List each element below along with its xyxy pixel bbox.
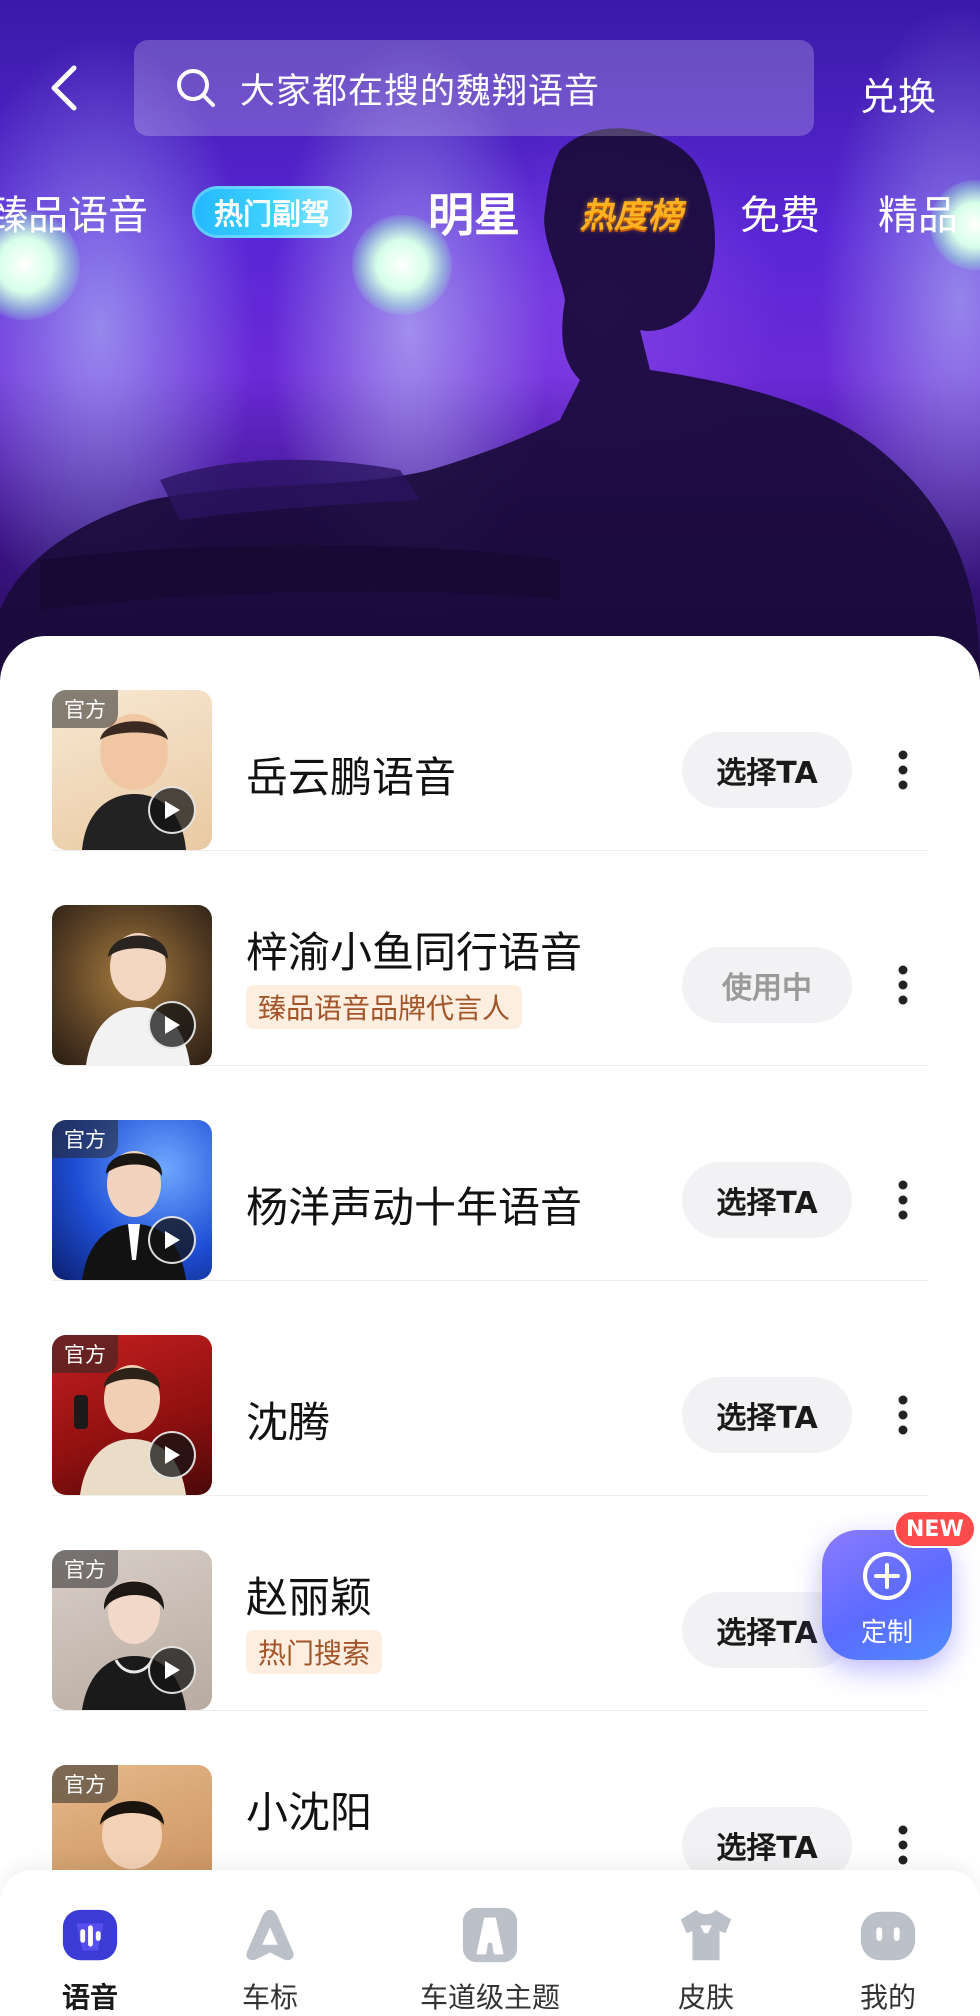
- redeem-button[interactable]: 兑换: [860, 66, 936, 121]
- nav-label: 我的: [859, 1981, 916, 2014]
- more-vertical-icon: [898, 965, 908, 1005]
- new-badge: NEW: [894, 1510, 976, 1548]
- official-badge: 官方: [52, 1120, 118, 1158]
- customize-button[interactable]: 定制: [822, 1530, 952, 1660]
- voice-thumbnail: 官方: [52, 1335, 212, 1495]
- voice-tag: 热门搜索: [246, 1630, 383, 1674]
- list-item[interactable]: 官方 杨洋声动十年语音 选择TA: [52, 1066, 928, 1281]
- nav-item-voice[interactable]: 语音: [48, 1870, 132, 2016]
- profile-icon: [860, 1911, 916, 1961]
- select-button[interactable]: 选择TA: [682, 732, 852, 808]
- lane-theme-icon: [462, 1907, 518, 1963]
- play-icon: [165, 1661, 180, 1679]
- in-use-button[interactable]: 使用中: [682, 947, 852, 1023]
- voice-name: 沈腾: [246, 1398, 331, 1447]
- play-button[interactable]: [148, 1646, 196, 1694]
- play-icon: [165, 1016, 180, 1034]
- voice-thumbnail: 官方: [52, 1120, 212, 1280]
- tab-premium-voice[interactable]: 臻品语音: [0, 172, 148, 252]
- play-icon: [165, 1231, 180, 1249]
- play-button[interactable]: [148, 1216, 196, 1264]
- chevron-left-icon: [51, 65, 77, 111]
- select-button[interactable]: 选择TA: [682, 1162, 852, 1238]
- play-button[interactable]: [148, 786, 196, 834]
- tab-hot-copilot[interactable]: 热门副驾: [192, 172, 353, 252]
- play-icon: [165, 801, 180, 819]
- category-tabs: 臻品语音 热门副驾 明星 热度榜 免费 精品: [0, 172, 980, 252]
- official-badge: 官方: [52, 1765, 118, 1803]
- more-options-button[interactable]: [878, 732, 928, 808]
- more-vertical-icon: [898, 1395, 908, 1435]
- play-button[interactable]: [148, 1001, 196, 1049]
- voice-name: 梓渝小鱼同行语音: [246, 928, 583, 977]
- bottom-nav: 语音 车标 车道级主题 皮肤 我的: [0, 1870, 980, 2016]
- voice-icon: [62, 1909, 118, 1961]
- voice-thumbnail: 官方: [52, 1550, 212, 1710]
- play-icon: [165, 1446, 180, 1464]
- nav-item-skin[interactable]: 皮肤: [664, 1870, 748, 2016]
- voice-tag: 臻品语音品牌代言人: [246, 985, 523, 1029]
- search-input[interactable]: 大家都在搜的魏翔语音: [134, 40, 814, 136]
- nav-label: 语音: [61, 1981, 118, 2014]
- official-badge: 官方: [52, 1550, 118, 1588]
- tab-ranking[interactable]: 热度榜: [580, 172, 682, 252]
- hot-copilot-pill: 热门副驾: [192, 186, 353, 238]
- nav-label: 皮肤: [677, 1981, 734, 2014]
- voice-thumbnail: 官方: [52, 690, 212, 850]
- select-button[interactable]: 选择TA: [682, 1377, 852, 1453]
- customize-label: 定制: [860, 1618, 913, 1648]
- play-button[interactable]: [148, 1431, 196, 1479]
- back-button[interactable]: [36, 60, 92, 116]
- search-placeholder: 大家都在搜的魏翔语音: [240, 71, 601, 112]
- tab-boutique[interactable]: 精品: [878, 172, 958, 252]
- voice-list: 官方 岳云鹏语音 选择TA 梓渝小鱼同行语音 臻品语音品牌代言人 使用中 官方 …: [0, 636, 980, 1925]
- more-vertical-icon: [898, 750, 908, 790]
- list-item[interactable]: 官方 岳云鹏语音 选择TA: [52, 636, 928, 851]
- tab-celebrity[interactable]: 明星: [428, 172, 520, 252]
- more-vertical-icon: [898, 1825, 908, 1865]
- official-badge: 官方: [52, 1335, 118, 1373]
- car-logo-icon: [246, 1909, 294, 1961]
- skin-icon: [680, 1909, 732, 1961]
- voice-name: 赵丽颖: [246, 1573, 373, 1622]
- hero-banner: 大家都在搜的魏翔语音 兑换 臻品语音 热门副驾 明星 热度榜 免费 精品: [0, 0, 980, 680]
- nav-label: 车道级主题: [419, 1981, 560, 2014]
- list-item[interactable]: 梓渝小鱼同行语音 臻品语音品牌代言人 使用中: [52, 851, 928, 1066]
- more-vertical-icon: [898, 1180, 908, 1220]
- tab-free[interactable]: 免费: [740, 172, 820, 252]
- voice-name: 杨洋声动十年语音: [246, 1183, 583, 1232]
- plus-circle-icon: [863, 1552, 911, 1600]
- nav-label: 车标: [241, 1981, 298, 2014]
- official-badge: 官方: [52, 690, 118, 728]
- more-options-button[interactable]: [878, 947, 928, 1023]
- voice-thumbnail: [52, 905, 212, 1065]
- ranking-label: 热度榜: [580, 195, 682, 236]
- more-options-button[interactable]: [878, 1377, 928, 1453]
- nav-item-profile[interactable]: 我的: [846, 1870, 930, 2016]
- nav-item-lane-theme[interactable]: 车道级主题: [410, 1870, 570, 2016]
- voice-name: 小沈阳: [246, 1788, 373, 1837]
- more-options-button[interactable]: [878, 1162, 928, 1238]
- voice-name: 岳云鹏语音: [246, 753, 457, 802]
- list-item[interactable]: 官方 沈腾 选择TA: [52, 1281, 928, 1496]
- list-item[interactable]: 官方 赵丽颖 热门搜索 选择TA: [52, 1496, 928, 1711]
- nav-item-car-logo[interactable]: 车标: [228, 1870, 312, 2016]
- search-icon: [177, 69, 215, 107]
